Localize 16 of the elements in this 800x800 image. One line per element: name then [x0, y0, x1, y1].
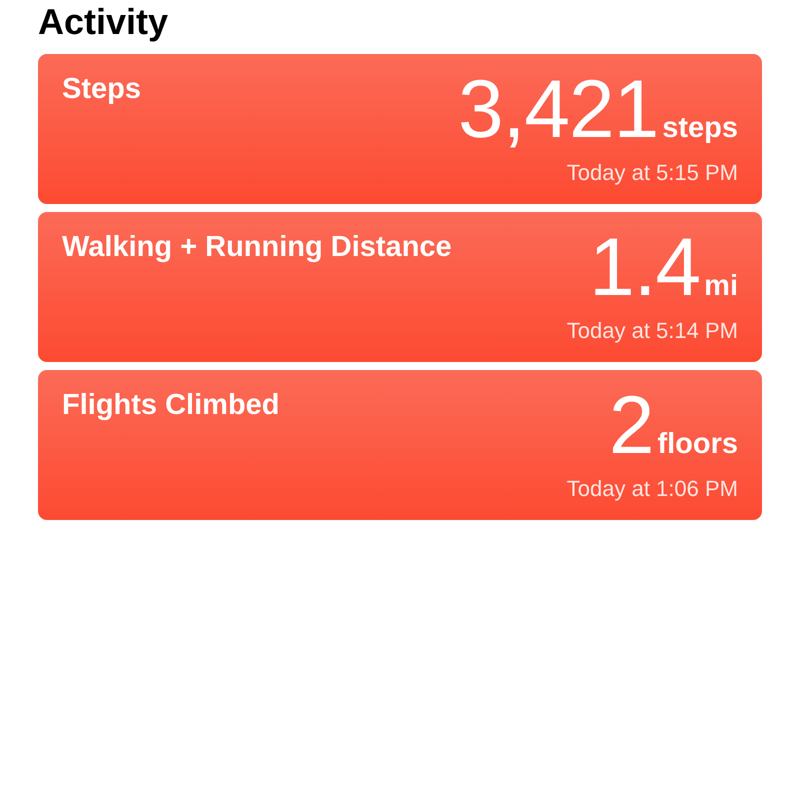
- card-title: Walking + Running Distance: [62, 230, 452, 265]
- activity-card[interactable]: Walking + Running Distance 1.4 mi Today at 5:14 PM: [38, 212, 762, 362]
- activity-card[interactable]: Flights Climbed 2 floors Today at 1:06 PM: [38, 370, 762, 520]
- metric-value: 3,421: [458, 72, 658, 148]
- metric-unit: steps: [662, 112, 738, 145]
- timestamp: Today at 5:14 PM: [566, 318, 738, 344]
- timestamp: Today at 5:15 PM: [566, 160, 738, 186]
- metric-value: 1.4: [589, 230, 700, 306]
- timestamp: Today at 1:06 PM: [566, 476, 738, 502]
- activity-card[interactable]: Steps 3,421 steps Today at 5:15 PM: [38, 54, 762, 204]
- section-title: Activity: [38, 0, 170, 44]
- metric-unit: floors: [657, 428, 738, 461]
- metric-value: 2: [608, 388, 654, 464]
- card-title: Steps: [62, 72, 141, 107]
- card-title: Flights Climbed: [62, 388, 280, 423]
- metric-unit: mi: [704, 270, 738, 303]
